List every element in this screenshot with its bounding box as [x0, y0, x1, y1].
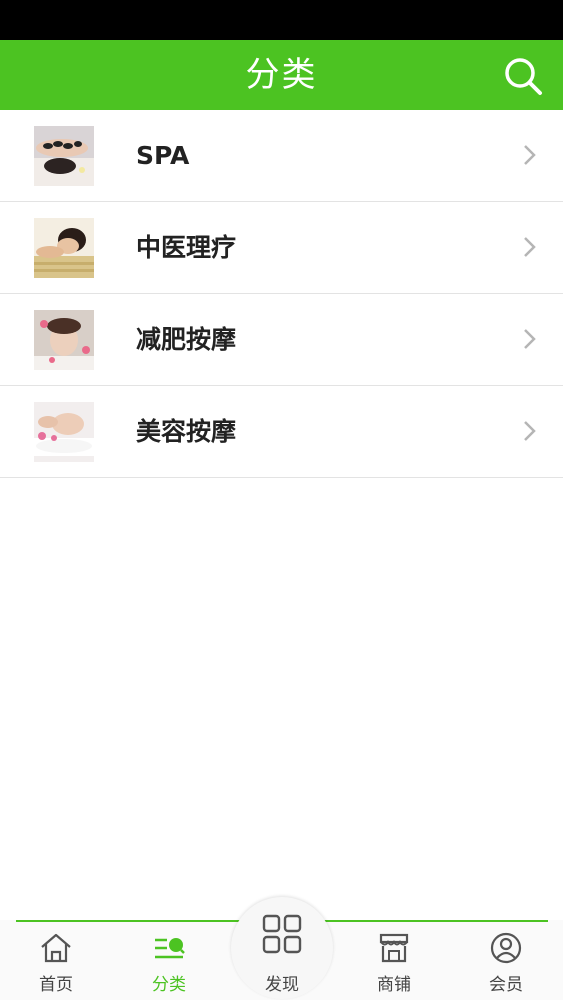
category-row-slimming[interactable]: 减肥按摩 [0, 294, 563, 386]
storefront-icon [379, 933, 409, 963]
chevron-right-icon [524, 329, 536, 349]
status-bar [0, 0, 563, 40]
slimming-massage-photo [34, 310, 94, 370]
app-screen: 分类 SPA 中医理疗 减肥按摩 美容按摩 首页 分类 发现 商铺 会员 [0, 0, 563, 1000]
tab-home[interactable]: 首页 [6, 930, 106, 1000]
tab-label: 商铺 [377, 975, 411, 995]
category-row-tcm[interactable]: 中医理疗 [0, 202, 563, 294]
tab-discover[interactable]: 发现 [232, 912, 332, 995]
tab-category[interactable]: 分类 [119, 930, 219, 1000]
tab-label: 首页 [39, 975, 73, 995]
chevron-right-icon [524, 237, 536, 257]
hot-stone-spa-photo [34, 126, 94, 186]
header-bar: 分类 [0, 40, 563, 110]
tab-shop[interactable]: 商铺 [344, 930, 444, 1000]
tab-label: 分类 [152, 975, 186, 995]
chevron-right-icon [524, 421, 536, 441]
category-label: 中医理疗 [136, 233, 237, 262]
tab-label: 发现 [265, 975, 299, 995]
search-icon [505, 58, 542, 95]
tab-label: 会员 [489, 975, 523, 995]
category-label: SPA [136, 141, 190, 170]
page-title: 分类 [245, 55, 318, 95]
grid-icon [262, 914, 302, 954]
beauty-massage-photo [34, 402, 94, 462]
category-list: SPA 中医理疗 减肥按摩 美容按摩 [0, 110, 563, 478]
category-label: 减肥按摩 [136, 325, 237, 354]
user-icon [490, 932, 522, 964]
home-icon [41, 933, 71, 963]
search-button[interactable] [501, 54, 545, 98]
category-row-spa[interactable]: SPA [0, 110, 563, 202]
tab-member[interactable]: 会员 [456, 930, 556, 1000]
chevron-right-icon [524, 145, 536, 165]
tcm-therapy-photo [34, 218, 94, 278]
category-row-beauty[interactable]: 美容按摩 [0, 386, 563, 478]
category-label: 美容按摩 [136, 417, 237, 446]
category-list-icon [155, 938, 185, 959]
